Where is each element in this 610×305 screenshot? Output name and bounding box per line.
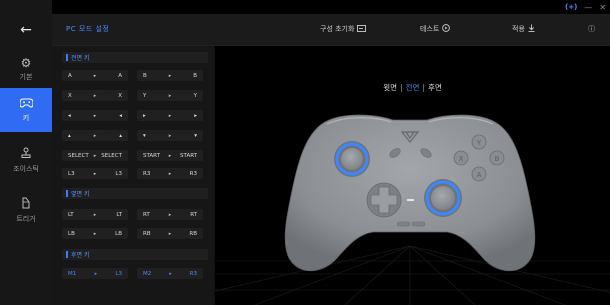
joystick-icon — [20, 147, 32, 161]
download-icon — [528, 24, 535, 34]
brand-logo: (+) — [565, 3, 578, 11]
reset-config-label: 구성 초기화 — [320, 25, 355, 33]
svg-text:A: A — [477, 171, 482, 179]
info-button[interactable]: ⓘ — [588, 24, 595, 34]
apply-button[interactable]: 적용 — [512, 24, 535, 34]
view-switch: 윗면 | 전면 | 후면 — [383, 83, 442, 92]
controller-stage: Y X B A 윗면 | 전면 | 후면 — [215, 46, 610, 305]
nav-item-label: 기본 — [19, 72, 33, 81]
mapping-l3[interactable]: L3 ▸ L3 — [62, 168, 128, 179]
svg-text:X: X — [459, 155, 464, 163]
mapping-m2[interactable]: M2 ▸ R3 — [137, 268, 203, 279]
nav-item-basic[interactable]: ⚙ 기본 — [0, 47, 52, 91]
left-stick[interactable] — [334, 141, 370, 177]
close-button[interactable]: ✕ — [599, 3, 606, 12]
svg-text:B: B — [495, 155, 500, 163]
mapping-b[interactable]: B ▸ B — [137, 70, 203, 81]
share-button-left[interactable] — [396, 221, 411, 227]
view-top-tab[interactable]: 윗면 — [383, 83, 397, 92]
mapping-a[interactable]: A ▸ A — [62, 70, 128, 81]
nav-item-label: 트리거 — [16, 214, 36, 223]
test-button[interactable]: 테스트 — [420, 24, 451, 34]
nav-item-joystick[interactable]: 조이스틱 — [0, 138, 52, 182]
nav-item-label: 키 — [22, 113, 30, 122]
test-label: 테스트 — [420, 25, 440, 33]
info-icon: ⓘ — [588, 25, 595, 33]
svg-text:Y: Y — [476, 139, 482, 147]
top-bar: PC 모드 설정 구성 초기화 테스트 적용 ⓘ — [52, 14, 610, 46]
mapping-dpad-right[interactable]: ▸ ▸ ▸ — [137, 110, 203, 121]
back-arrow-icon: ← — [20, 22, 32, 38]
mapping-r3[interactable]: R3 ▸ R3 — [137, 168, 203, 179]
view-back-tab[interactable]: 후면 — [428, 83, 442, 92]
gear-icon: ⚙ — [20, 55, 32, 70]
mapping-dpad-up[interactable]: ▴ ▸ ▴ — [62, 130, 128, 141]
reset-icon — [357, 24, 367, 34]
floor-grid — [215, 245, 610, 305]
d-pad[interactable] — [366, 182, 402, 218]
nav-item-trigger[interactable]: 트리거 — [0, 188, 52, 232]
nav-item-label: 조이스틱 — [13, 164, 39, 173]
mapping-dpad-left[interactable]: ◂ ▸ ◂ — [62, 110, 128, 121]
page-title: PC 모드 설정 — [66, 25, 110, 33]
right-stick[interactable] — [424, 179, 462, 217]
back-button[interactable]: ← — [0, 14, 52, 46]
mapping-rb[interactable]: RB ▸ RB — [137, 228, 203, 239]
trigger-icon — [21, 197, 31, 211]
mapping-rt[interactable]: RT ▸ RT — [137, 209, 203, 220]
key-mapping-panel: 전면 키 A ▸ A B ▸ B X ▸ X Y ▸ Y ◂ ▸ ◂ ▸ ▸ ▸ ▴ ▸ ▴ ▾ ▸ ▾ SEL… — [52, 46, 215, 305]
mapping-lb[interactable]: LB ▸ LB — [62, 228, 128, 239]
side-nav: ← ⚙ 기본 키 조이스틱 트리거 — [0, 0, 52, 305]
mapping-x[interactable]: X ▸ X — [62, 90, 128, 101]
nav-item-keys[interactable]: 키 — [0, 88, 52, 132]
center-indicator — [407, 199, 414, 201]
mapping-dpad-down[interactable]: ▾ ▸ ▾ — [137, 130, 203, 141]
mapping-lt[interactable]: LT ▸ LT — [62, 209, 128, 220]
apply-label: 적용 — [512, 25, 525, 33]
mapping-select[interactable]: SELECT ▸ SELECT — [62, 150, 128, 161]
mapping-y[interactable]: Y ▸ Y — [137, 90, 203, 101]
mapping-m1[interactable]: M1 ▸ L3 — [62, 268, 128, 279]
share-button-right[interactable] — [411, 221, 426, 227]
view-front-tab[interactable]: 전면 — [406, 83, 420, 92]
mapping-start[interactable]: START ▸ START — [137, 150, 203, 161]
reset-config-button[interactable]: 구성 초기화 — [320, 24, 367, 34]
gamepad-icon — [18, 97, 34, 110]
window-controls: (+) — ✕ — [565, 0, 606, 14]
play-circle-icon — [442, 24, 451, 34]
minimize-button[interactable]: — — [584, 3, 592, 12]
